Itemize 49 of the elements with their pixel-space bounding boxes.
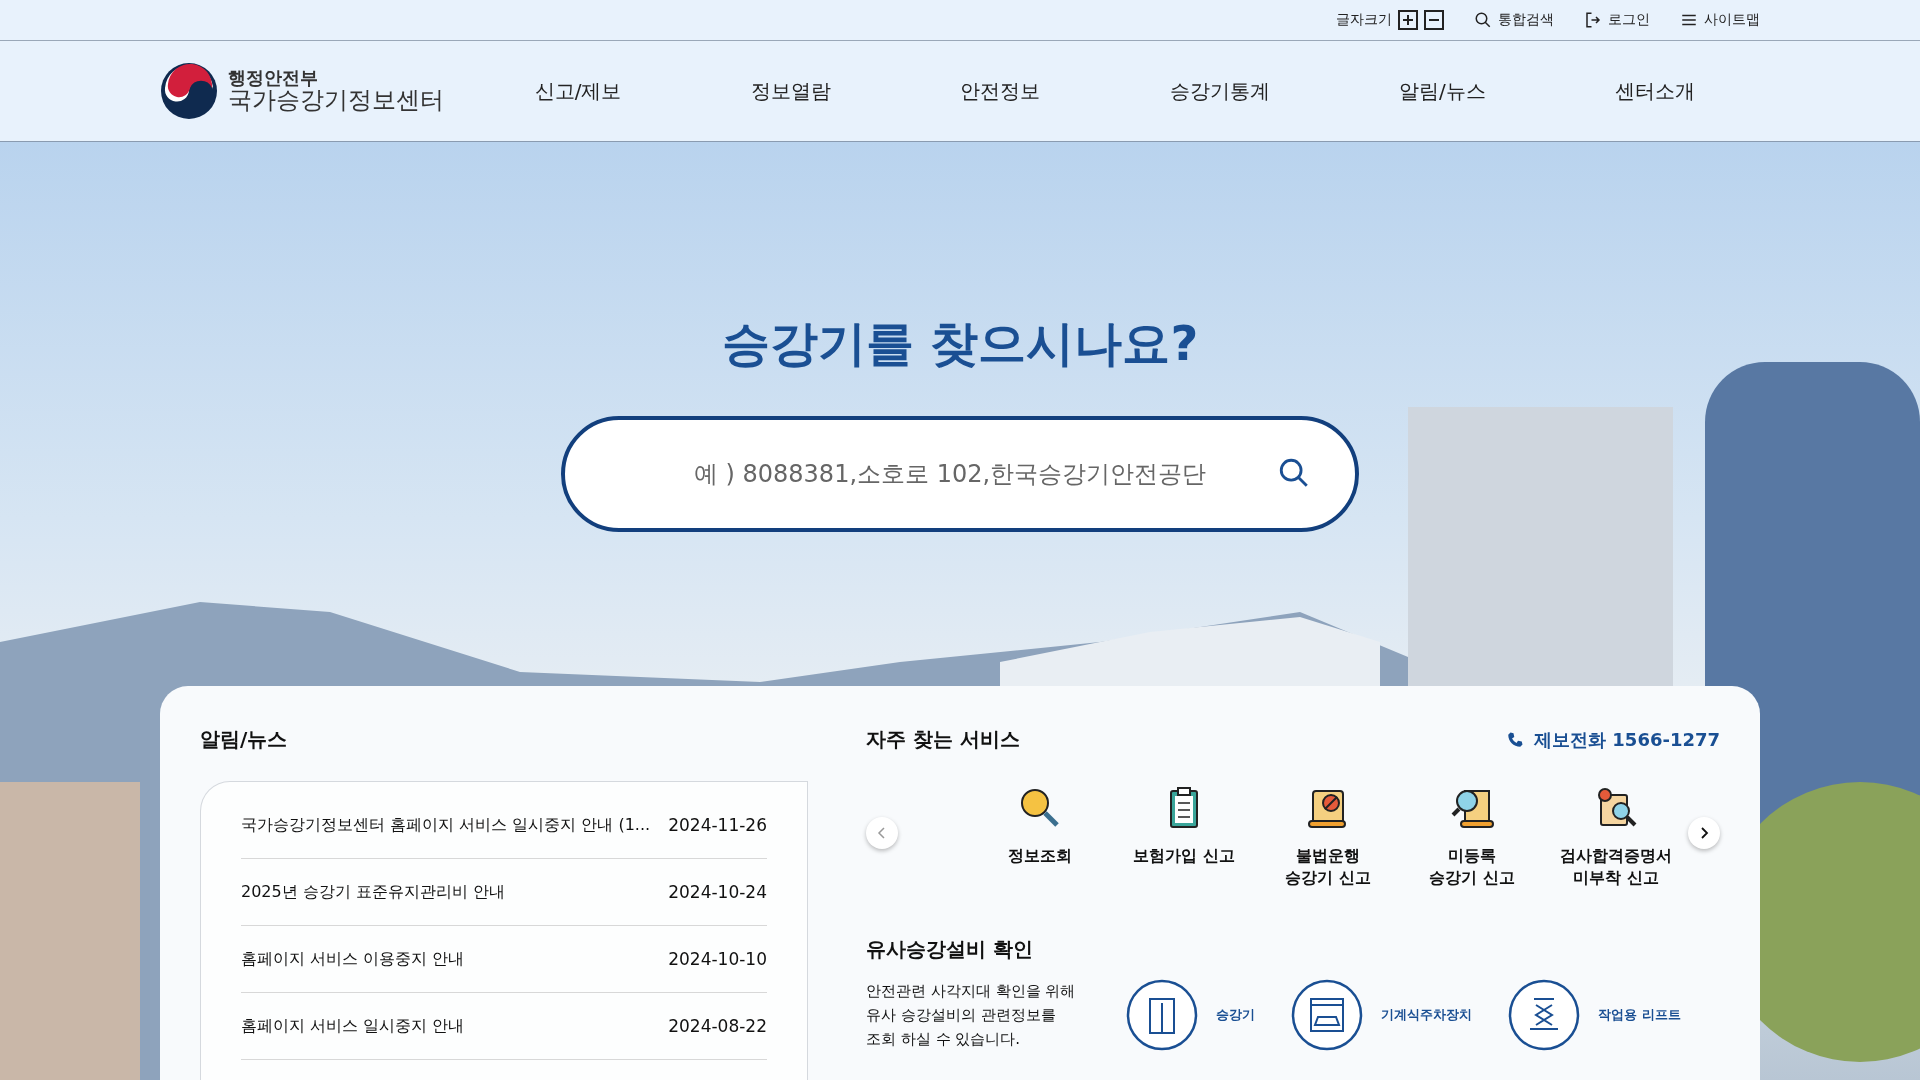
- font-size-label: 글자크기: [1336, 11, 1392, 29]
- news-title-link[interactable]: 2025년 승강기 표준유지관리비 안내: [241, 881, 505, 903]
- scissor-lift-icon: [1508, 979, 1580, 1052]
- login-icon: [1584, 11, 1602, 29]
- news-date: 2024-10-10: [668, 949, 767, 969]
- service-label[interactable]: 보험가입 신고: [1133, 845, 1235, 867]
- phone-icon: [1506, 730, 1525, 749]
- section-title: 알림/뉴스: [200, 726, 289, 753]
- car-garage-icon: [1291, 979, 1363, 1052]
- site-name[interactable]: 국가승강기정보센터: [228, 87, 444, 114]
- facility-link[interactable]: 기계식주차장치: [1381, 1006, 1472, 1025]
- search-icon: [1474, 11, 1492, 29]
- nav-link[interactable]: 알림/뉴스: [1399, 77, 1486, 105]
- top-link[interactable]: 사이트맵: [1704, 11, 1760, 29]
- search-icon[interactable]: [1277, 456, 1311, 490]
- news-date: 2024-08-22: [668, 1016, 767, 1036]
- news-date: 2024-11-26: [668, 815, 767, 835]
- service-label[interactable]: 검사합격증명서 미부착 신고: [1560, 845, 1672, 889]
- chevron-right-icon: [1698, 827, 1710, 839]
- news-title-link[interactable]: 홈페이지 서비스 이용중지 안내: [241, 948, 465, 970]
- top-link[interactable]: 통합검색: [1498, 11, 1554, 29]
- font-decrease-button[interactable]: [1424, 10, 1444, 30]
- news-title-link[interactable]: 국가승강기정보센터 홈페이지 서비스 일시중지 안내 (1...: [241, 814, 651, 836]
- news-title-link[interactable]: 홈페이지 서비스 일시중지 안내: [241, 1015, 465, 1037]
- nav-link[interactable]: 승강기통계: [1169, 77, 1270, 105]
- service-label[interactable]: 미등록 승강기 신고: [1429, 845, 1515, 889]
- next-button[interactable]: [1688, 817, 1720, 849]
- top-link[interactable]: 로그인: [1608, 11, 1650, 29]
- nav-link[interactable]: 안전정보: [960, 77, 1041, 105]
- section-title: 유사승강설비 확인: [866, 936, 1034, 964]
- service-label[interactable]: 정보조회: [1008, 845, 1072, 867]
- hotline-number[interactable]: 제보전화 1566-1277: [1534, 727, 1720, 752]
- facility-link[interactable]: 승강기: [1216, 1006, 1255, 1025]
- emblem-icon: [160, 62, 218, 120]
- search-field[interactable]: 예 ) 8088381,소호로 102,한국승강기안전공단: [561, 416, 1359, 532]
- hero-title: 승강기를 찾으시나요?: [721, 314, 1199, 373]
- news-date: 2024-10-24: [668, 882, 767, 902]
- similar-description: 안전관련 사각지대 확인을 위해 유사 승강설비의 관련정보를 조회 하실 수 있습니다.: [866, 981, 1077, 1051]
- plus-icon: [1402, 14, 1414, 26]
- nav-link[interactable]: 센터소개: [1615, 77, 1696, 105]
- ministry-name: 행정안전부: [228, 68, 319, 88]
- nav-link[interactable]: 정보열람: [750, 77, 831, 105]
- section-title: 자주 찾는 서비스: [866, 726, 1020, 753]
- font-increase-button[interactable]: [1398, 10, 1418, 30]
- nav-link[interactable]: 신고/제보: [534, 77, 622, 105]
- service-label[interactable]: 불법운행 승강기 신고: [1285, 845, 1371, 889]
- facility-link[interactable]: 작업용 리프트: [1598, 1006, 1681, 1025]
- chevron-left-icon: [876, 827, 888, 839]
- elevator-icon: [1126, 979, 1198, 1052]
